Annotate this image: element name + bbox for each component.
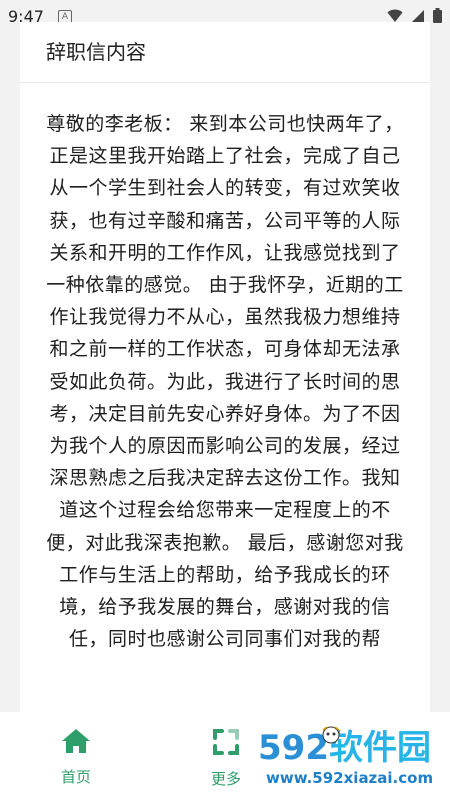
nav-label-more: 更多 bbox=[210, 770, 241, 788]
watermark-logo-number: 592 bbox=[258, 728, 329, 768]
content-card: 辞职信内容 尊敬的李老板： 来到本公司也快两年了，正是这里我开始踏上了社会，完成… bbox=[20, 22, 430, 712]
watermark-logo-text: 软件园 bbox=[328, 728, 431, 768]
nav-item-home[interactable]: 首页 bbox=[46, 728, 106, 787]
watermark-url: www.592xiazai.com bbox=[266, 769, 434, 787]
wifi-icon bbox=[387, 9, 403, 22]
cellular-signal-icon bbox=[412, 9, 424, 22]
resignation-letter-text: 尊敬的李老板： 来到本公司也快两年了，正是这里我开始踏上了社会，完成了自己从一个… bbox=[46, 113, 404, 651]
site-watermark: 592软件园 www.592xiazai.com bbox=[258, 726, 448, 796]
status-icons bbox=[387, 8, 442, 23]
nav-label-home: 首页 bbox=[60, 768, 91, 786]
mascot-icon bbox=[322, 726, 340, 744]
watermark-logo: 592软件园 bbox=[258, 728, 448, 768]
page-title: 辞职信内容 bbox=[46, 40, 146, 64]
nav-item-more[interactable]: 更多 bbox=[196, 728, 256, 789]
battery-icon bbox=[433, 8, 442, 23]
home-icon bbox=[62, 729, 90, 753]
more-icon bbox=[213, 729, 239, 755]
title-divider bbox=[20, 82, 430, 83]
